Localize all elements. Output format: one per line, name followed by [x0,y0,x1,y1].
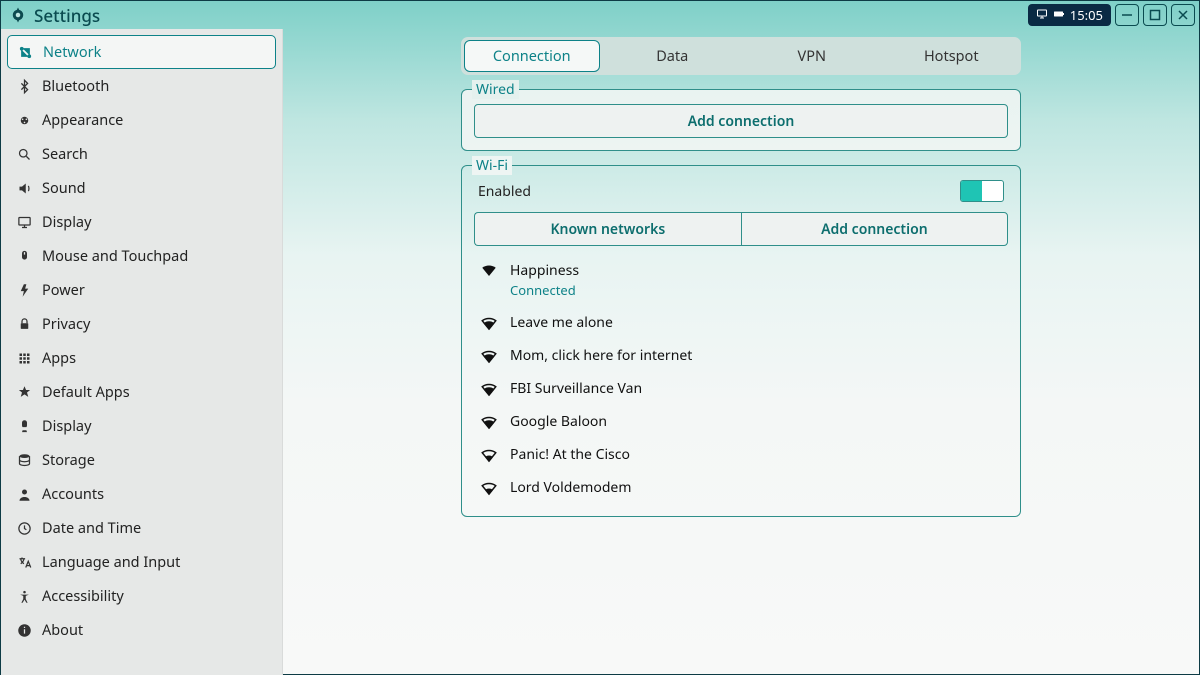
sidebar-item-label: Search [42,144,88,164]
sidebar-item-label: Date and Time [42,518,141,538]
sidebar-item-label: Language and Input [42,552,180,572]
content-pane: Connection Data VPN Hotspot Wired Add co… [283,29,1199,675]
wifi-ssid: FBI Surveillance Van [510,379,642,398]
wifi-ssid: Happiness [510,261,579,280]
sidebar-item-label: Bluetooth [42,76,109,96]
wired-group: Wired Add connection [461,89,1021,151]
tab-connection[interactable]: Connection [464,40,600,72]
sidebar-item-default-apps[interactable]: Default Apps [7,375,276,409]
sidebar-item-label: Default Apps [42,382,130,402]
battery-icon [1053,6,1065,24]
sidebar-item-storage[interactable]: Storage [7,443,276,477]
sidebar-item-network[interactable]: Network [7,35,276,69]
tab-data[interactable]: Data [606,40,740,72]
close-button[interactable] [1171,4,1195,26]
wifi-toggle[interactable] [960,180,1004,202]
wired-legend: Wired [472,80,519,99]
sidebar-item-label: Accounts [42,484,104,504]
tab-vpn[interactable]: VPN [745,40,879,72]
wifi-ssid: Leave me alone [510,313,613,332]
sidebar-item-display[interactable]: Display [7,205,276,239]
tray-clock: 15:05 [1070,6,1103,24]
sidebar: Network Bluetooth Appearance Search Soun… [1,29,283,675]
sidebar-item-apps[interactable]: Apps [7,341,276,375]
wifi-signal-icon [480,479,498,497]
sidebar-item-label: Display [42,416,91,436]
app-logo-icon [9,6,27,24]
tab-label: VPN [798,46,827,66]
system-tray[interactable]: 15:05 [1028,4,1111,26]
sidebar-item-accounts[interactable]: Accounts [7,477,276,511]
wifi-network-item[interactable]: Google Baloon [474,405,1008,438]
sidebar-item-appearance[interactable]: Appearance [7,103,276,137]
wifi-network-item[interactable]: Mom, click here for internet [474,339,1008,372]
sidebar-item-about[interactable]: About [7,613,276,647]
tab-label: Hotspot [924,46,979,66]
sidebar-item-accessibility[interactable]: Accessibility [7,579,276,613]
sidebar-item-search[interactable]: Search [7,137,276,171]
sidebar-item-label: Accessibility [42,586,124,606]
sidebar-item-label: Network [43,42,101,62]
titlebar: Settings 15:05 [1,1,1199,29]
wifi-ssid: Lord Voldemodem [510,478,631,497]
wifi-add-connection-button[interactable]: Add connection [741,212,1008,246]
sidebar-item-label: Display [42,212,91,232]
wifi-network-item[interactable]: Leave me alone [474,306,1008,339]
wifi-signal-icon [480,314,498,332]
wifi-signal-icon [480,261,498,279]
button-label: Known networks [550,220,665,239]
maximize-button[interactable] [1143,4,1167,26]
known-networks-button[interactable]: Known networks [474,212,741,246]
sidebar-item-datetime[interactable]: Date and Time [7,511,276,545]
wifi-signal-icon [480,380,498,398]
sidebar-item-privacy[interactable]: Privacy [7,307,276,341]
tab-hotspot[interactable]: Hotspot [885,40,1019,72]
wifi-group: Wi-Fi Enabled Known networks Add connect… [461,165,1021,517]
sidebar-item-sound[interactable]: Sound [7,171,276,205]
sidebar-item-power[interactable]: Power [7,273,276,307]
app-title: Settings [34,4,100,27]
wifi-signal-icon [480,413,498,431]
tab-label: Data [656,46,688,66]
button-label: Add connection [688,112,795,131]
wifi-network-item[interactable]: Panic! At the Cisco [474,438,1008,471]
wifi-ssid: Panic! At the Cisco [510,445,630,464]
wifi-signal-icon [480,347,498,365]
wifi-status: Connected [510,281,579,299]
wifi-ssid: Google Baloon [510,412,607,431]
sidebar-item-label: Mouse and Touchpad [42,246,188,266]
wifi-legend: Wi-Fi [472,156,512,175]
minimize-button[interactable] [1115,4,1139,26]
sidebar-item-bluetooth[interactable]: Bluetooth [7,69,276,103]
tab-bar: Connection Data VPN Hotspot [461,37,1021,75]
sidebar-item-label: About [42,620,83,640]
sidebar-item-label: Privacy [42,314,90,334]
tab-label: Connection [493,46,571,66]
wifi-signal-icon [480,446,498,464]
wired-add-connection-button[interactable]: Add connection [474,104,1008,138]
sidebar-item-language[interactable]: Language and Input [7,545,276,579]
wifi-enabled-label: Enabled [478,182,531,201]
wifi-network-item[interactable]: Happiness Connected [474,254,1008,306]
wifi-network-item[interactable]: FBI Surveillance Van [474,372,1008,405]
sidebar-item-mouse[interactable]: Mouse and Touchpad [7,239,276,273]
sidebar-item-label: Apps [42,348,76,368]
sidebar-item-label: Storage [42,450,95,470]
button-label: Add connection [821,220,928,239]
monitor-icon [1036,6,1048,24]
sidebar-item-label: Power [42,280,85,300]
sidebar-item-display-2[interactable]: Display [7,409,276,443]
sidebar-item-label: Sound [42,178,86,198]
sidebar-item-label: Appearance [42,110,123,130]
wifi-network-item[interactable]: Lord Voldemodem [474,471,1008,504]
wifi-ssid: Mom, click here for internet [510,346,692,365]
